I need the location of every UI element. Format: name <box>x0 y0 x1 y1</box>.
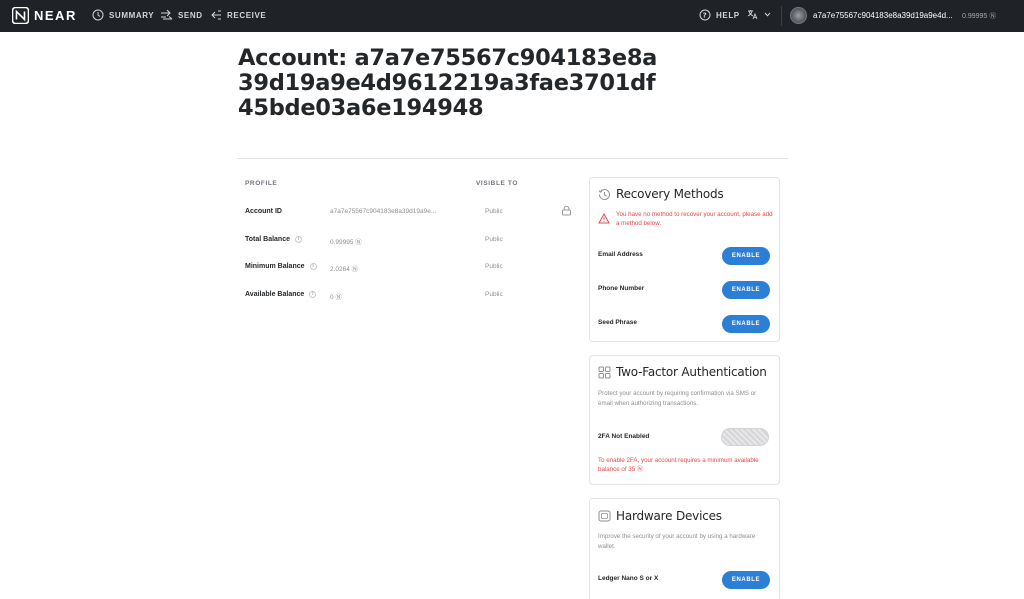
nav-send-label: SEND <box>178 10 203 20</box>
two-factor-status: 2FA Not Enabled <box>598 433 650 440</box>
account-balance: 0.99995 Ⓝ <box>962 13 997 20</box>
hardware-devices-description: Improve the security of your account by … <box>598 533 756 550</box>
account-switcher[interactable]: a7a7e75567c904183e8a39d19a9e4d... <box>790 7 953 24</box>
phone-method-label: Phone Number <box>598 285 645 292</box>
nav-summary-label: SUMMARY <box>109 10 155 20</box>
two-factor-title: Two-Factor Authentication <box>616 365 767 379</box>
near-logo[interactable]: NEAR <box>12 7 77 24</box>
warning-icon <box>598 213 610 224</box>
total-balance-value: 0.99995 Ⓝ <box>330 239 362 246</box>
nav-receive-label: RECEIVE <box>227 10 267 20</box>
near-logo-icon <box>12 7 29 24</box>
top-navigation-bar: NEAR SUMMARY SEND RECEIVE ? HELP a7a7e75… <box>0 0 1024 32</box>
question-circle-icon: ? <box>699 9 711 21</box>
account-id-label-text: Account ID <box>245 208 282 215</box>
svg-text:?: ? <box>703 12 708 20</box>
account-id-label: Account ID <box>245 208 282 215</box>
minimum-balance-label-text: Minimum Balance <box>245 263 305 270</box>
available-balance-value: 0 Ⓝ <box>330 294 342 301</box>
recovery-methods-title: Recovery Methods <box>616 187 724 201</box>
info-icon[interactable]: i <box>295 236 302 243</box>
enable-ledger-button[interactable]: ENABLE <box>722 571 770 589</box>
nav-help[interactable]: ? HELP <box>699 9 740 21</box>
nav-summary[interactable]: SUMMARY <box>92 9 154 21</box>
ledger-device-label: Ledger Nano S or X <box>598 575 659 582</box>
profile-header: PROFILE <box>245 180 278 187</box>
enable-email-button[interactable]: ENABLE <box>722 247 770 265</box>
nav-help-label: HELP <box>716 10 740 20</box>
seed-phrase-method-label: Seed Phrase <box>598 319 638 326</box>
email-method-label: Email Address <box>598 251 643 258</box>
page-title: Account: a7a7e75567c904183e8a39d19a9e4d9… <box>238 45 658 121</box>
minimum-balance-label: Minimum Balance i <box>245 263 317 270</box>
two-factor-card: Two-Factor Authentication Protect your a… <box>589 355 780 485</box>
two-factor-description: Protect your account by requiring confir… <box>598 390 757 407</box>
nav-receive[interactable]: RECEIVE <box>210 9 266 21</box>
receive-arrow-icon <box>211 10 221 20</box>
recovery-warning: You have no method to recover your accou… <box>616 211 773 227</box>
clock-icon <box>92 9 104 21</box>
info-icon[interactable]: i <box>309 263 317 270</box>
account-id-value: a7a7e75567c904183e8a39d19a9e... <box>330 208 437 215</box>
title-divider <box>237 158 788 159</box>
available-balance-label: Available Balance i <box>245 291 317 298</box>
avatar <box>790 7 807 24</box>
visible-to-header: VISIBLE TO <box>476 180 518 187</box>
recovery-methods-card: Recovery Methods You have no method to r… <box>589 177 780 342</box>
account-name: a7a7e75567c904183e8a39d19a9e4d... <box>813 11 953 20</box>
available-balance-visibility: Public <box>485 291 503 298</box>
send-arrow-icon <box>161 9 173 20</box>
enable-seed-phrase-button[interactable]: ENABLE <box>722 315 770 333</box>
two-factor-requirement: To enable 2FA, your account requires a m… <box>598 457 759 473</box>
brand-name: NEAR <box>34 8 77 23</box>
language-selector[interactable] <box>747 9 771 20</box>
enable-phone-button[interactable]: ENABLE <box>722 281 770 299</box>
account-id-visibility: Public <box>485 208 503 215</box>
available-balance-label-text: Available Balance <box>245 291 305 298</box>
shield-lock-icon <box>598 366 611 379</box>
info-icon[interactable]: i <box>309 291 317 298</box>
nav-send[interactable]: SEND <box>160 9 203 21</box>
lock-icon[interactable] <box>561 205 572 216</box>
two-factor-toggle[interactable] <box>721 428 769 446</box>
history-icon <box>598 189 610 201</box>
chevron-down-icon <box>764 12 771 17</box>
total-balance-label: Total Balance i <box>245 236 302 243</box>
total-balance-visibility: Public <box>485 236 503 243</box>
minimum-balance-visibility: Public <box>485 263 503 270</box>
hardware-devices-title: Hardware Devices <box>616 509 722 523</box>
nav-divider <box>781 6 782 26</box>
total-balance-label-text: Total Balance <box>245 236 290 243</box>
minimum-balance-value: 2.0264 Ⓝ <box>330 266 359 273</box>
hardware-devices-card: Hardware Devices Improve the security of… <box>589 498 780 599</box>
translate-icon <box>747 10 758 20</box>
hardware-wallet-icon <box>598 510 611 522</box>
